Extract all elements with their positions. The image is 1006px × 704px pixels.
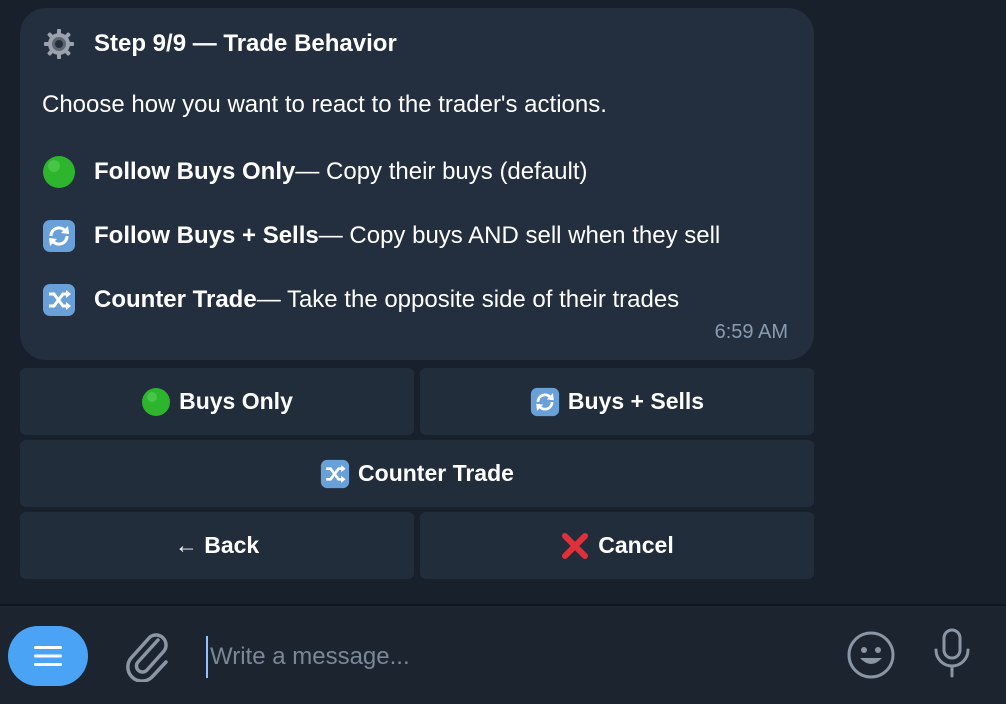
message-timestamp: 6:59 AM bbox=[714, 321, 788, 343]
back-button[interactable]: ← Back bbox=[20, 512, 414, 579]
menu-icon bbox=[34, 646, 62, 666]
option-name: Follow Buys Only bbox=[94, 158, 296, 185]
paperclip-icon[interactable] bbox=[124, 630, 172, 682]
option-follow-buys-only: Follow Buys Only — Copy their buys (defa… bbox=[42, 155, 587, 189]
chat-area: Step 9/9 — Trade Behavior Choose how you… bbox=[0, 0, 1006, 604]
option-description: — Copy their buys (default) bbox=[295, 158, 588, 185]
bot-menu-button[interactable] bbox=[8, 626, 88, 686]
option-name: Follow Buys + Sells bbox=[94, 222, 319, 249]
counter-trade-label: Counter Trade bbox=[358, 460, 514, 486]
green-circle-icon bbox=[142, 387, 171, 416]
emoji-icon[interactable] bbox=[846, 630, 896, 680]
message-intro: Choose how you want to react to the trad… bbox=[42, 91, 607, 118]
cancel-button[interactable]: Cancel bbox=[420, 512, 814, 579]
option-description: — Copy buys AND sell when they sell bbox=[318, 222, 721, 249]
counter-trade-button[interactable]: Counter Trade bbox=[20, 440, 814, 507]
option-description: — Take the opposite side of their trades bbox=[256, 286, 680, 313]
buys-only-label: Buys Only bbox=[179, 388, 293, 414]
back-label: ← Back bbox=[174, 532, 260, 558]
buys-sells-button[interactable]: Buys + Sells bbox=[420, 368, 814, 435]
red-x-icon bbox=[562, 532, 589, 559]
cancel-label: Cancel bbox=[598, 532, 674, 558]
message-input[interactable] bbox=[206, 636, 812, 678]
gear-icon bbox=[44, 29, 74, 59]
repeat-arrows-icon bbox=[530, 387, 560, 416]
message-title: Step 9/9 — Trade Behavior bbox=[94, 30, 397, 57]
shuffle-icon bbox=[43, 284, 75, 316]
microphone-icon[interactable] bbox=[930, 628, 974, 680]
buys-only-button[interactable]: Buys Only bbox=[20, 368, 414, 435]
bot-message-bubble: Step 9/9 — Trade Behavior Choose how you… bbox=[20, 8, 814, 360]
buys-sells-label: Buys + Sells bbox=[567, 388, 705, 414]
shuffle-icon bbox=[320, 459, 350, 488]
option-name: Counter Trade bbox=[94, 286, 257, 313]
option-counter-trade: Counter Trade — Take the opposite side o… bbox=[42, 283, 679, 317]
green-circle-icon bbox=[43, 156, 75, 188]
repeat-arrows-icon bbox=[43, 220, 75, 252]
option-follow-buys-sells: Follow Buys + Sells — Copy buys AND sell… bbox=[42, 219, 720, 253]
message-title-row: Step 9/9 — Trade Behavior bbox=[42, 27, 397, 61]
